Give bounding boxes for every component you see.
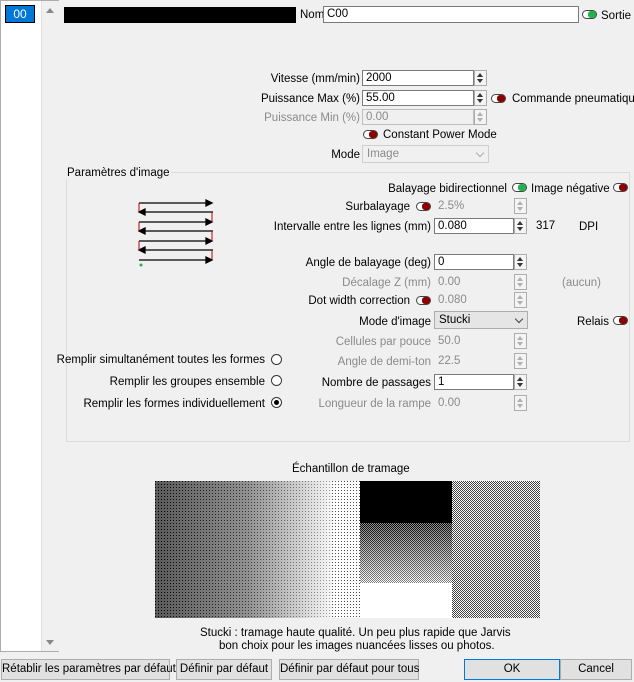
cells-spinner[interactable] [514, 333, 527, 349]
chevron-down-icon [514, 314, 524, 324]
passes-spinner[interactable] [514, 374, 527, 390]
z-offset-input[interactable]: 0.00 [434, 274, 514, 290]
line-interval-spinner[interactable] [514, 218, 527, 234]
cancel-button[interactable]: Cancel [560, 659, 632, 680]
air-assist-label: Commande pneumatique [512, 93, 634, 105]
power-min-spinner[interactable] [474, 109, 487, 125]
overscan-input[interactable]: 2.5% [434, 198, 514, 214]
name-label: Nom [300, 9, 325, 21]
power-min-input[interactable]: 0.00 [362, 109, 474, 125]
layer-color-swatch[interactable] [64, 7, 296, 23]
z-offset-spinner[interactable] [514, 274, 527, 290]
ramp-label: Longueur de la rampe [318, 398, 431, 410]
fill-option-radio[interactable] [271, 375, 282, 386]
image-mode-value: Stucki [439, 314, 471, 326]
halftone-angle-label: Angle de demi-ton [337, 356, 431, 368]
mode-label: Mode [331, 149, 360, 161]
fill-option-label: Remplir les formes individuellement [83, 398, 265, 410]
dot-width-toggle[interactable] [416, 296, 431, 305]
dither-sample-title: Échantillon de tramage [292, 463, 410, 475]
mode-select-value: Image [367, 148, 399, 160]
scan-angle-input[interactable]: 0 [434, 254, 514, 270]
line-interval-input[interactable]: 0.080 [434, 218, 514, 234]
overscan-label: Surbalayage [345, 201, 410, 213]
relief-toggle[interactable] [613, 316, 628, 325]
z-offset-note: (aucun) [562, 277, 601, 289]
speed-label: Vitesse (mm/min) [270, 73, 360, 85]
speed-input[interactable]: 2000 [362, 70, 474, 86]
line-interval-label: Intervalle entre les lignes (mm) [273, 221, 431, 233]
constant-power-label: Constant Power Mode [383, 129, 497, 141]
dpi-label: DPI [579, 221, 599, 233]
scroll-down-icon[interactable] [46, 640, 54, 645]
passes-label: Nombre de passages [321, 377, 431, 389]
image-mode-label: Mode d'image [359, 316, 431, 328]
relief-label: Relais [577, 316, 609, 328]
fill-option-radio[interactable] [271, 397, 282, 408]
halftone-angle-spinner[interactable] [514, 353, 527, 369]
negative-toggle[interactable] [613, 183, 628, 192]
speed-spinner[interactable] [474, 70, 487, 86]
image-params-title: Paramètres d'image [66, 167, 171, 179]
overscan-toggle[interactable] [416, 202, 431, 211]
dither-desc-line2: bon choix pour les images nuancées lisse… [219, 640, 495, 652]
power-max-input[interactable]: 55.00 [362, 90, 474, 106]
fill-option-label: Remplir les groupes ensemble [109, 376, 265, 388]
dither-sample-image [155, 481, 540, 618]
scan-angle-label: Angle de balayage (deg) [305, 257, 431, 269]
set-default-all-button[interactable]: Définir par défaut pour tous [279, 659, 419, 680]
scan-pattern-icon [136, 198, 216, 270]
mode-select[interactable]: Image [362, 145, 489, 163]
passes-input[interactable]: 1 [434, 374, 514, 390]
image-mode-select[interactable]: Stucki [434, 311, 528, 329]
set-default-button[interactable]: Définir par défaut [176, 659, 272, 680]
bidir-toggle[interactable] [512, 183, 527, 192]
air-assist-toggle[interactable] [491, 94, 506, 103]
output-toggle[interactable] [582, 10, 597, 19]
constant-power-toggle[interactable] [363, 130, 378, 139]
z-offset-label: Décalage Z (mm) [342, 277, 431, 289]
layer-list-scrollbar[interactable] [41, 1, 59, 651]
output-label: Sortie [601, 10, 632, 22]
power-max-spinner[interactable] [474, 90, 487, 106]
ramp-spinner[interactable] [514, 395, 527, 411]
scan-angle-spinner[interactable] [514, 254, 527, 270]
layer-list-item[interactable]: 00 [5, 5, 35, 23]
fill-option-label: Remplir simultanément toutes les formes [56, 354, 265, 366]
power-max-label: Puissance Max (%) [260, 93, 360, 105]
ramp-input[interactable]: 0.00 [434, 395, 514, 411]
dither-desc-line1: Stucki : tramage haute qualité. Un peu p… [200, 627, 511, 639]
chevron-down-icon [475, 148, 485, 158]
halftone-angle-input[interactable]: 22.5 [434, 353, 514, 369]
bidir-label: Balayage bidirectionnel [388, 183, 507, 195]
name-input[interactable]: C00 [323, 6, 579, 23]
dot-width-spinner[interactable] [514, 292, 527, 308]
fill-option-radio[interactable] [271, 354, 282, 365]
cells-label: Cellules par pouce [335, 336, 431, 348]
dot-width-label: Dot width correction [308, 295, 410, 307]
dpi-input[interactable]: 317 [532, 218, 576, 234]
ok-button[interactable]: OK [464, 659, 560, 680]
overscan-spinner[interactable] [514, 198, 527, 214]
power-min-label: Puissance Min (%) [264, 112, 360, 124]
scroll-up-icon[interactable] [46, 8, 54, 13]
negative-label: Image négative [531, 183, 610, 195]
cells-input[interactable]: 50.0 [434, 333, 514, 349]
reset-defaults-button[interactable]: Rétablir les paramètres par défaut [1, 659, 176, 680]
dot-width-input[interactable]: 0.080 [434, 292, 514, 308]
